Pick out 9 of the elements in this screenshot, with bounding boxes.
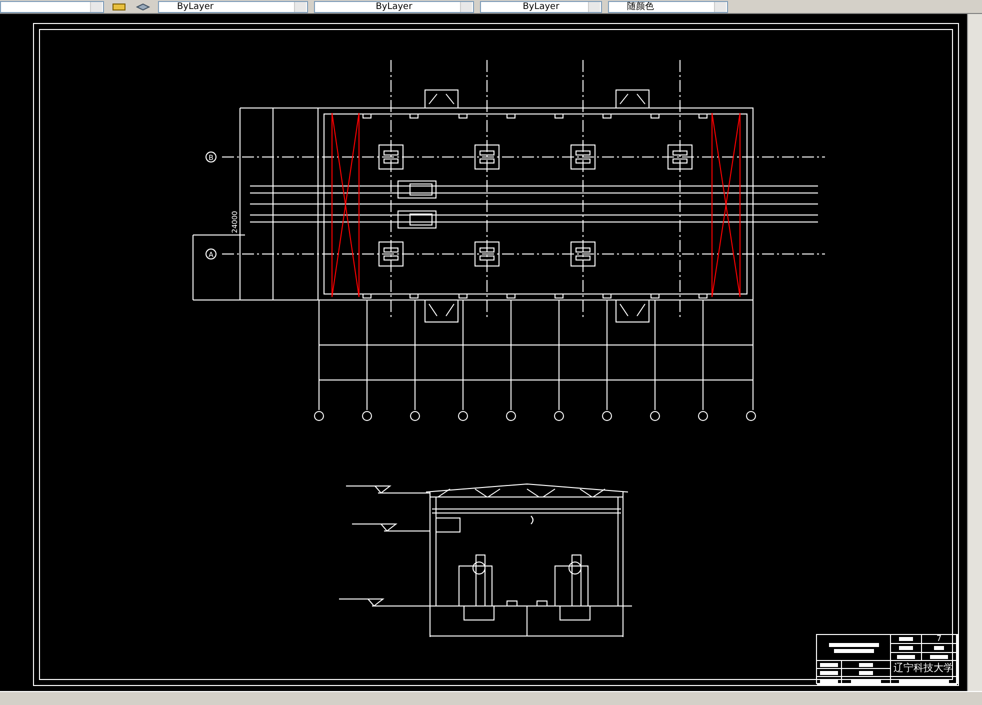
property-dropdown[interactable]: ByLayer	[314, 1, 474, 13]
property-dropdown[interactable]: 随颜色	[608, 1, 728, 13]
dropdown[interactable]	[0, 1, 104, 13]
property-dropdown[interactable]: ByLayer	[480, 1, 602, 13]
property-dropdown[interactable]: ByLayer	[158, 1, 308, 13]
scrollbar[interactable]	[967, 14, 982, 691]
layers-icon[interactable]	[134, 1, 152, 13]
sheet-number: 7	[936, 635, 942, 643]
layer-icon[interactable]	[110, 1, 128, 13]
